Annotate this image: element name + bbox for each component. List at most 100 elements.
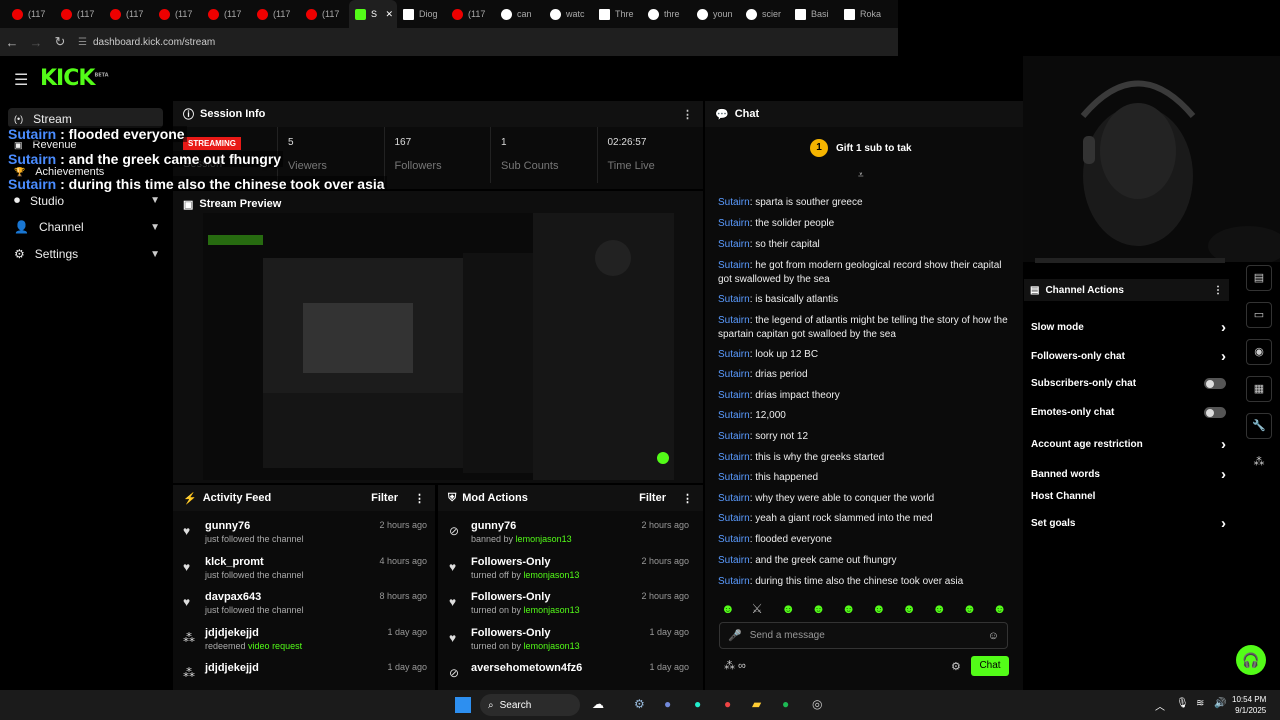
channel-action-item[interactable]: Subscribers-only chat	[1031, 378, 1226, 389]
chat-username[interactable]: Sutairn	[718, 218, 750, 229]
chat-username[interactable]: Sutairn	[718, 369, 750, 380]
mod-action-item[interactable]: ♥ Followers-Only turned on by lemonjason13…	[449, 627, 695, 651]
channel-action-item[interactable]: Account age restriction ›	[1031, 436, 1226, 453]
filter-button[interactable]: Filter	[371, 492, 398, 504]
stream-preview-video[interactable]	[203, 213, 674, 480]
kick-points-icon[interactable]: ⁂ ∞	[724, 659, 746, 672]
browser-tab[interactable]: youn	[691, 0, 740, 28]
browser-tab[interactable]: watc	[544, 0, 593, 28]
browser-tab[interactable]: (117	[153, 0, 202, 28]
activity-item[interactable]: ♥ davpax643 just followed the channel 8 ho…	[183, 591, 433, 615]
more-options-icon[interactable]: ⋮	[1213, 285, 1223, 296]
discord-icon[interactable]: ●	[664, 697, 671, 711]
chrome-icon[interactable]: ●	[724, 697, 731, 711]
emote-icon[interactable]: ☻	[872, 601, 886, 616]
browser-tab[interactable]: Basi	[789, 0, 838, 28]
browser-tab[interactable]: thre	[642, 0, 691, 28]
emote-icon[interactable]: ☻	[932, 601, 946, 616]
taskbar-search[interactable]: ⌕ Search	[480, 694, 580, 716]
browser-tab[interactable]: (117	[104, 0, 153, 28]
mod-action-by[interactable]: lemonjason13	[524, 605, 580, 615]
emote-icon[interactable]: ☻	[902, 601, 916, 616]
chat-username[interactable]: Sutairn	[718, 452, 750, 463]
emote-icon[interactable]: ⚔	[751, 601, 763, 617]
browser-tab[interactable]: scier	[740, 0, 789, 28]
rail-wrench-icon[interactable]: 🔧	[1246, 413, 1272, 439]
browser-tab[interactable]: S ✕	[349, 0, 397, 28]
more-options-icon[interactable]: ⋮	[682, 108, 693, 121]
activity-item[interactable]: ♥ klck_promt just followed the channel 4 h…	[183, 556, 433, 580]
mod-action-by[interactable]: lemonjason13	[516, 534, 572, 544]
chat-username[interactable]: Sutairn	[718, 315, 750, 326]
steam-icon[interactable]: ⚙	[634, 697, 645, 711]
more-options-icon[interactable]: ⋮	[414, 492, 425, 505]
browser-tab[interactable]: Thre	[593, 0, 642, 28]
rail-chat-icon[interactable]: ▭	[1246, 302, 1272, 328]
browser-tab[interactable]: can	[495, 0, 544, 28]
hamburger-menu-icon[interactable]: ☰	[14, 70, 28, 90]
activity-item[interactable]: ♥ gunny76 just followed the channel 2 hour…	[183, 520, 433, 544]
chat-input[interactable]: 🎤 Send a message ☺	[719, 622, 1008, 649]
rail-layout-icon[interactable]: ▦	[1246, 376, 1272, 402]
channel-action-item[interactable]: Banned words ›	[1031, 466, 1226, 483]
channel-action-item[interactable]: Emotes-only chat	[1031, 407, 1226, 418]
chat-username[interactable]: Sutairn	[718, 260, 750, 271]
forward-icon[interactable]: →	[24, 35, 48, 50]
emote-icon[interactable]: ☻	[993, 601, 1007, 616]
sidebar-item-stream[interactable]: (•) Stream	[14, 112, 160, 126]
emoji-picker-icon[interactable]: ☺	[988, 630, 999, 642]
mod-action-by[interactable]: lemonjason13	[523, 570, 579, 580]
chat-username[interactable]: Sutairn	[718, 493, 750, 504]
support-headset-icon[interactable]: 🎧	[1236, 645, 1266, 675]
tray-chevron-icon[interactable]: ︿	[1155, 698, 1165, 713]
obs-icon[interactable]: ◎	[812, 697, 822, 711]
site-info-icon[interactable]: ☰	[78, 37, 87, 48]
channel-action-item[interactable]: Set goals ›	[1031, 515, 1226, 532]
sidebar-item-channel[interactable]: 👤 Channel ▼	[14, 220, 160, 234]
chat-username[interactable]: Sutairn	[718, 197, 750, 208]
mod-action-item[interactable]: ♥ Followers-Only turned off by lemonjason1…	[449, 556, 695, 580]
windows-start-icon[interactable]	[455, 697, 471, 713]
volume-icon[interactable]: 🔊	[1214, 698, 1226, 709]
send-chat-button[interactable]: Chat	[971, 656, 1009, 676]
browser-tab[interactable]: (117	[6, 0, 55, 28]
chat-username[interactable]: Sutairn	[718, 534, 750, 545]
browser-tab[interactable]: Roka	[838, 0, 887, 28]
browser-tab[interactable]: (117	[202, 0, 251, 28]
chat-username[interactable]: Sutairn	[718, 431, 750, 442]
sidebar-item-studio[interactable]: ⏺ Studio ▼	[14, 193, 160, 208]
rail-broadcast-icon[interactable]: ◉	[1246, 339, 1272, 365]
browser-tab[interactable]: (117	[251, 0, 300, 28]
toggle-switch[interactable]	[1204, 407, 1226, 418]
chat-username[interactable]: Sutairn	[718, 390, 750, 401]
chat-username[interactable]: Sutairn	[718, 472, 750, 483]
wifi-icon[interactable]: ≋	[1196, 698, 1204, 709]
kick-logo[interactable]: KICKBETA	[40, 66, 109, 91]
channel-action-item[interactable]: Host Channel	[1031, 491, 1226, 502]
filter-button[interactable]: Filter	[639, 492, 666, 504]
toggle-switch[interactable]	[1204, 378, 1226, 389]
mod-action-by[interactable]: lemonjason13	[524, 641, 580, 651]
rail-more-icon[interactable]: ⁂	[1246, 450, 1272, 476]
activity-item[interactable]: ⁂ jdjdjekejjd 1 day ago	[183, 662, 433, 680]
gift-sub-banner[interactable]: 1 Gift 1 sub to tak	[810, 139, 912, 157]
chat-username[interactable]: Sutairn	[718, 294, 750, 305]
browser-tab[interactable]: (117	[446, 0, 495, 28]
more-options-icon[interactable]: ⋮	[682, 492, 693, 505]
clock[interactable]: 10:54 PM 9/1/2025	[1232, 694, 1266, 716]
microphone-icon[interactable]: 🎤	[728, 629, 742, 642]
chat-username[interactable]: Sutairn	[718, 555, 750, 566]
back-icon[interactable]: ←	[0, 35, 24, 50]
edge-icon[interactable]: ●	[694, 697, 701, 711]
chat-username[interactable]: Sutairn	[718, 410, 750, 421]
emote-icon[interactable]: ☻	[963, 601, 977, 616]
collapse-icon[interactable]: ⩡	[858, 170, 864, 181]
chat-username[interactable]: Sutairn	[718, 349, 750, 360]
sidebar-item-settings[interactable]: ⚙ Settings ▼	[14, 247, 160, 261]
file-explorer-icon[interactable]: ▰	[752, 697, 761, 711]
emote-icon[interactable]: ☻	[812, 601, 826, 616]
widgets-icon[interactable]: ☁	[592, 697, 604, 711]
chat-username[interactable]: Sutairn	[718, 513, 750, 524]
chat-username[interactable]: Sutairn	[718, 576, 750, 587]
emote-icon[interactable]: ☻	[842, 601, 856, 616]
